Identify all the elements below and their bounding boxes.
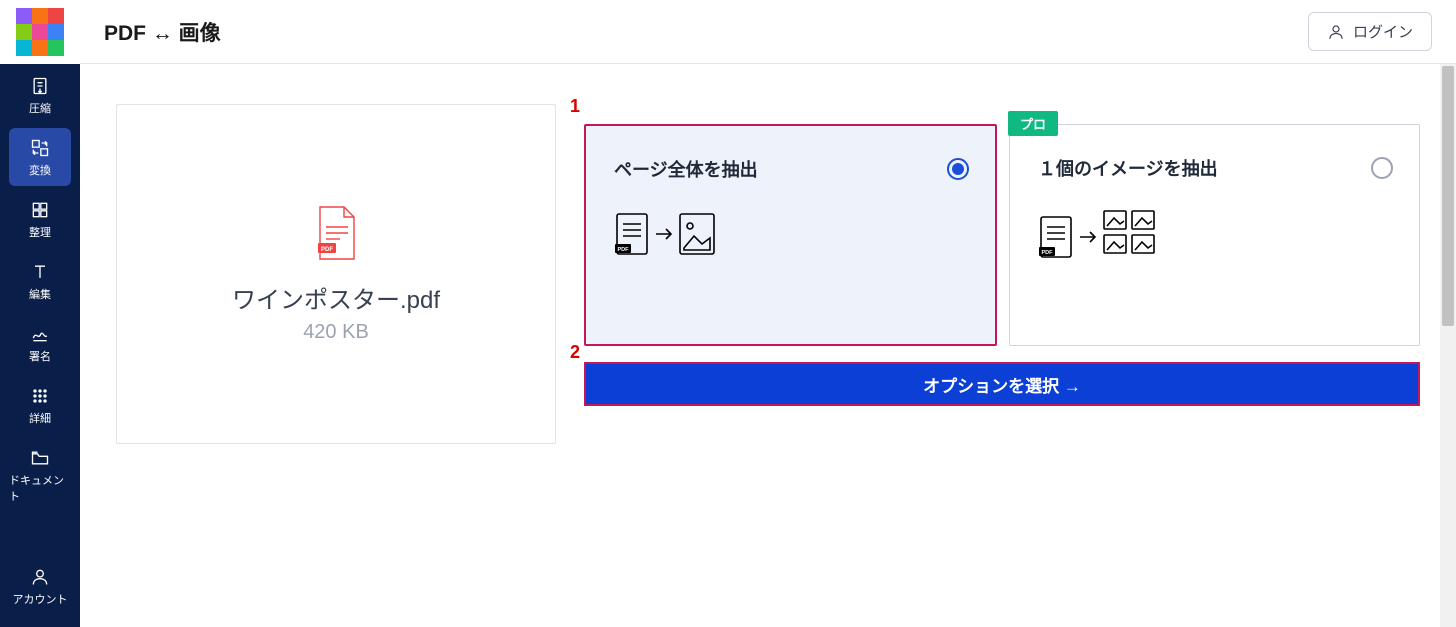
convert-icon <box>30 138 50 158</box>
option-title: ページ全体を抽出 <box>614 156 967 182</box>
file-card: PDF ワインポスター.pdf 420 KB <box>116 104 556 444</box>
login-button[interactable]: ログイン <box>1308 12 1432 51</box>
nav-label: 署名 <box>29 348 51 364</box>
content: PDF ワインポスター.pdf 420 KB 1 2 ページ全体を抽出 <box>80 64 1456 627</box>
option-title: １個のイメージを抽出 <box>1038 155 1391 181</box>
file-size: 420 KB <box>303 321 369 344</box>
scrollbar-thumb[interactable] <box>1442 66 1454 326</box>
annotation-1: 1 <box>570 96 580 117</box>
edit-icon <box>30 262 50 282</box>
nav-sign[interactable]: 署名 <box>9 314 71 372</box>
more-icon <box>30 386 50 406</box>
nav-documents[interactable]: ドキュメント <box>9 438 71 512</box>
nav-label: 編集 <box>29 286 51 302</box>
organize-icon <box>30 200 50 220</box>
nav-label: アカウント <box>13 591 68 607</box>
radio-unselected[interactable] <box>1371 157 1393 179</box>
choose-option-button[interactable]: オプションを選択 → <box>584 362 1420 406</box>
nav-label: 整理 <box>29 224 51 240</box>
svg-text:PDF: PDF <box>1042 250 1054 256</box>
main: PDF ↔ 画像 ログイン PDF ワインポスター.pdf 420 KB <box>80 0 1456 627</box>
options-row: ページ全体を抽出 PDF <box>584 124 1420 346</box>
nav-label: ドキュメント <box>9 472 71 504</box>
nav-more[interactable]: 詳細 <box>9 376 71 434</box>
login-label: ログイン <box>1353 21 1413 42</box>
options-column: 1 2 ページ全体を抽出 PDF <box>584 104 1420 587</box>
file-icon: PDF <box>314 205 358 266</box>
nav-account[interactable]: アカウント <box>9 557 71 615</box>
annotation-2: 2 <box>570 342 580 363</box>
account-icon <box>30 567 50 587</box>
sidebar: 圧縮 変換 整理 編集 署名 詳細 ドキュメント アカウント <box>0 0 80 627</box>
radio-selected[interactable] <box>947 158 969 180</box>
sign-icon <box>30 324 50 344</box>
file-name: ワインポスター.pdf <box>232 280 440 315</box>
app-logo[interactable] <box>0 0 80 64</box>
nav-label: 変換 <box>29 162 51 178</box>
scrollbar[interactable] <box>1440 64 1456 627</box>
cta-label: オプションを選択 → <box>923 372 1081 397</box>
option-illustration: PDF <box>1038 207 1391 276</box>
nav-edit[interactable]: 編集 <box>9 252 71 310</box>
user-icon <box>1327 23 1345 41</box>
page-title: PDF ↔ 画像 <box>104 17 221 47</box>
compress-icon <box>30 76 50 96</box>
pro-badge: プロ <box>1008 111 1058 136</box>
topbar: PDF ↔ 画像 ログイン <box>80 0 1456 64</box>
nav-label: 圧縮 <box>29 100 51 116</box>
nav-convert[interactable]: 変換 <box>9 128 71 186</box>
documents-icon <box>30 448 50 468</box>
option-extract-images[interactable]: プロ １個のイメージを抽出 PDF <box>1009 124 1420 346</box>
nav-compress[interactable]: 圧縮 <box>9 66 71 124</box>
svg-text:PDF: PDF <box>618 247 630 253</box>
nav-organize[interactable]: 整理 <box>9 190 71 248</box>
option-extract-pages[interactable]: ページ全体を抽出 PDF <box>584 124 997 346</box>
svg-text:PDF: PDF <box>321 247 333 253</box>
nav-label: 詳細 <box>29 410 51 426</box>
option-illustration: PDF <box>614 208 967 267</box>
